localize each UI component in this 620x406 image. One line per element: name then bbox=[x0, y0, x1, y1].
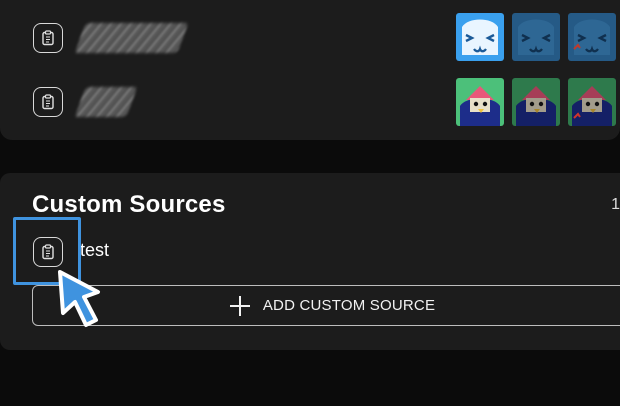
obscured-source-name bbox=[74, 23, 189, 53]
plus-icon bbox=[229, 295, 250, 316]
copy-source-button[interactable] bbox=[33, 23, 63, 53]
obscured-source-name bbox=[74, 87, 138, 117]
thumbnail-green-bird-marked bbox=[568, 78, 616, 126]
thumbnail-blue-face-dim bbox=[512, 13, 560, 61]
thumbnail-green-bird-dim bbox=[512, 78, 560, 126]
clipboard-icon bbox=[42, 30, 54, 46]
cursor-arrow-icon bbox=[58, 270, 100, 327]
thumbnail-blue-face-marked bbox=[568, 13, 616, 61]
add-custom-source-label: ADD CUSTOM SOURCE bbox=[262, 297, 436, 314]
copy-source-button[interactable] bbox=[33, 87, 63, 117]
thumbnail-blue-face bbox=[456, 13, 504, 61]
add-custom-source-button[interactable]: ADD CUSTOM SOURCE bbox=[32, 285, 620, 326]
thumbnail-green-bird bbox=[456, 78, 504, 126]
custom-source-name: test bbox=[80, 240, 110, 260]
section-count: 1 bbox=[611, 196, 620, 213]
clipboard-icon bbox=[42, 94, 54, 110]
section-title: Custom Sources bbox=[32, 191, 226, 218]
